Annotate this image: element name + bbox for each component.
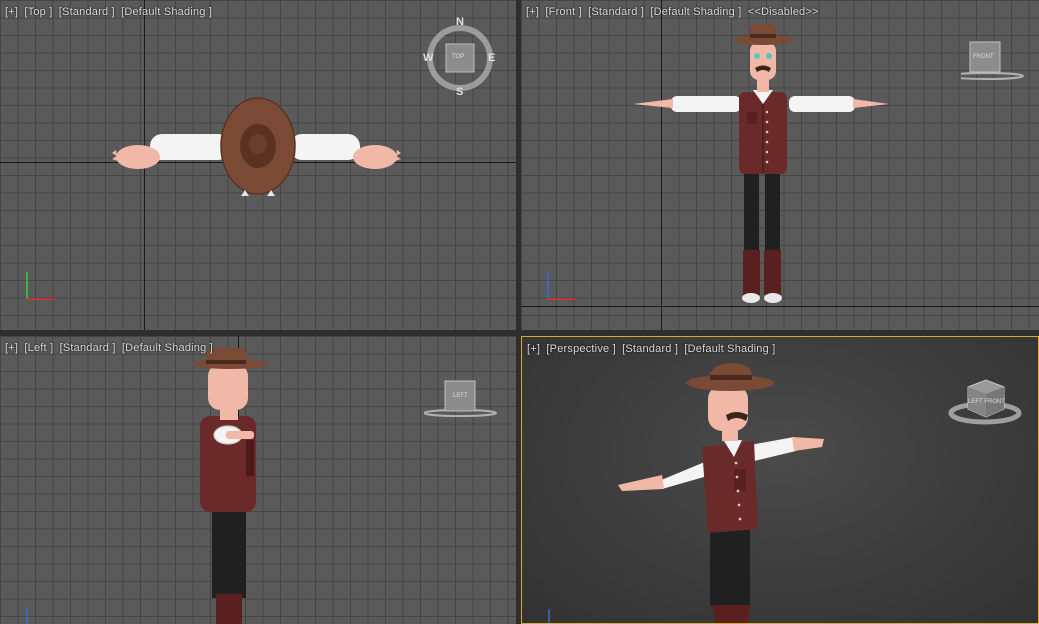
viewcube-face-label: LEFT [453,393,468,399]
viewport-label-left: [+] [Left ] [Standard ] [Default Shading… [5,342,216,354]
viewport-disabled-indicator: <<Disabled>> [747,6,819,18]
viewport-view-menu[interactable]: [Front ] [545,6,581,18]
viewcube-top[interactable]: N S E W TOP [423,16,496,98]
viewport-shading-menu[interactable]: [Default Shading ] [650,6,741,18]
viewport-label-top: [+] [Top ] [Standard ] [Default Shading … [5,6,215,18]
foot-marker [267,190,275,196]
foot-marker [241,190,249,196]
compass-west-label: W [423,52,434,64]
viewport-view-menu[interactable]: [Top ] [24,6,52,18]
viewport-standard-menu[interactable]: [Standard ] [59,6,115,18]
viewcube-front[interactable]: FRONT [948,36,1039,84]
viewport-shading-menu[interactable]: [Default Shading ] [121,6,212,18]
viewport-label-perspective: [+] [Perspective ] [Standard ] [Default … [527,343,778,355]
viewcube-face-label: LEFT FRONT [968,399,1005,405]
viewport-standard-menu[interactable]: [Standard ] [622,343,678,355]
viewport-label-front: [+] [Front ] [Standard ] [Default Shadin… [526,6,822,18]
viewport-view-menu[interactable]: [Perspective ] [546,343,615,355]
viewport-menu-plus[interactable]: [+] [5,342,18,354]
viewport-shading-menu[interactable]: [Default Shading ] [684,343,775,355]
viewport-shading-menu[interactable]: [Default Shading ] [122,342,213,354]
viewport-perspective[interactable]: LEFT FRONT [+] [Perspective ] [Standard … [521,336,1039,624]
viewport-standard-menu[interactable]: [Standard ] [60,342,116,354]
viewcube-face-label: TOP [452,54,465,60]
viewport-front[interactable]: FRONT [+] [Front ] [Standard ] [Default … [521,0,1039,330]
viewcube-perspective[interactable]: LEFT FRONT [946,375,1026,431]
compass-north-label: N [456,16,464,28]
viewport-left[interactable]: LEFT [+] [Left ] [Standard ] [Default Sh… [0,336,516,624]
viewport-standard-menu[interactable]: [Standard ] [588,6,644,18]
viewport-menu-plus[interactable]: [+] [527,343,540,355]
viewport-view-menu[interactable]: [Left ] [24,342,53,354]
viewport-top[interactable]: N S E W TOP [+] [Top ] [Standard ] [Defa… [0,0,516,330]
compass-south-label: S [456,86,464,98]
viewcube-face-label: FRONT [973,54,994,60]
viewport-menu-plus[interactable]: [+] [5,6,18,18]
viewcube-left[interactable]: LEFT [423,380,514,420]
compass-east-label: E [488,52,496,64]
viewport-menu-plus[interactable]: [+] [526,6,539,18]
